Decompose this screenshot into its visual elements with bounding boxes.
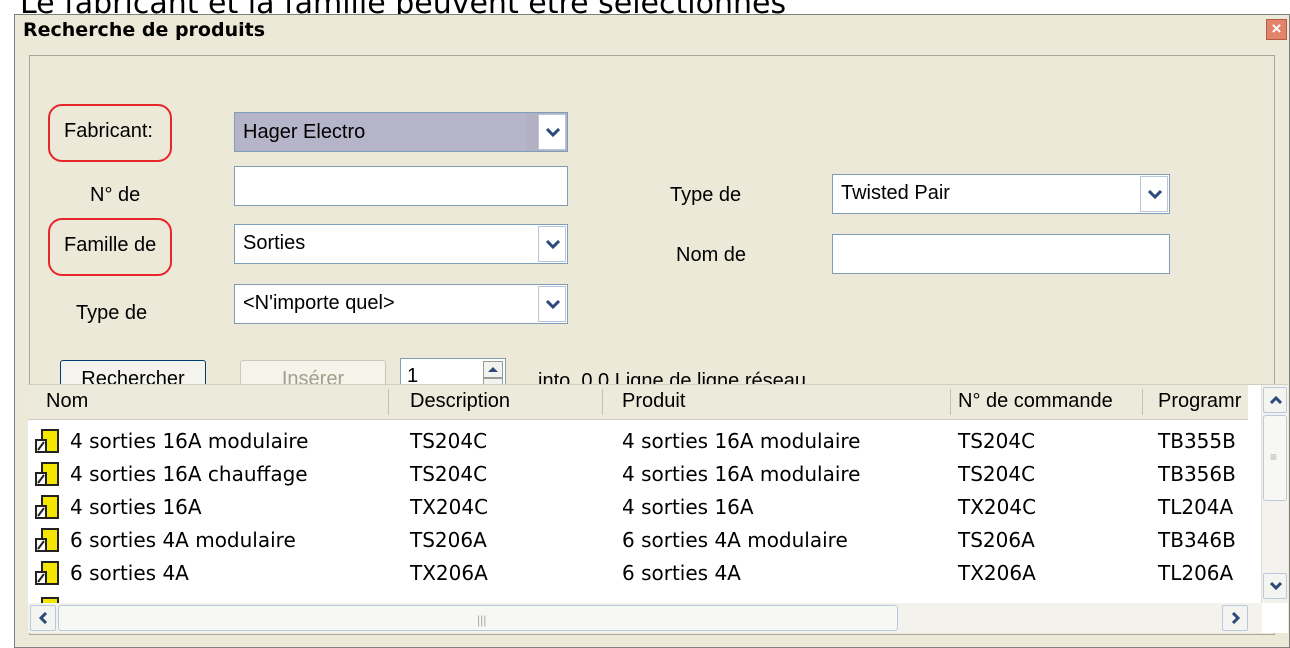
scroll-left-button[interactable]	[30, 605, 56, 631]
medium-type-select[interactable]: Twisted Pair	[832, 174, 1170, 214]
product-device-icon	[34, 429, 60, 455]
cell-order-number: TX206A	[958, 561, 1036, 585]
cell-product: 4 sorties 16A modulaire	[622, 462, 861, 486]
chevron-down-icon[interactable]	[538, 114, 566, 150]
chevron-down-icon[interactable]	[1140, 176, 1168, 212]
manufacturer-select[interactable]: Hager Electro	[234, 112, 568, 152]
table-row[interactable]: 4 sorties 16A modulaire TS204C 4 sorties 1…	[28, 425, 1248, 458]
family-label: Famille de	[64, 234, 157, 256]
cell-program: TB346B	[1158, 528, 1236, 552]
vertical-scrollbar[interactable]: ≡	[1261, 385, 1288, 603]
column-divider[interactable]	[602, 389, 603, 415]
cell-product: 6 sorties 4A	[622, 561, 741, 585]
column-header-product[interactable]: Produit	[622, 390, 942, 413]
scroll-right-button[interactable]	[1222, 605, 1248, 631]
cell-description: TS204C	[410, 429, 488, 453]
close-button[interactable]: ×	[1266, 19, 1287, 40]
product-device-icon	[34, 495, 60, 521]
cell-program: TL204A	[1158, 495, 1234, 519]
manufacturer-label: Fabricant:	[64, 120, 153, 142]
horizontal-scrollbar[interactable]: |||	[28, 603, 1262, 633]
cell-product: 6 sorties 4A modulaire	[622, 528, 848, 552]
cell-description: TX204C	[410, 495, 489, 519]
product-device-icon	[34, 462, 60, 488]
cell-product: 4 sorties 16A	[622, 495, 754, 519]
title-bar: Recherche de produits ×	[15, 15, 1289, 45]
cell-description: TX206A	[410, 561, 488, 585]
type-label: Type de	[76, 302, 148, 324]
cell-description: TS206A	[410, 528, 487, 552]
cell-name: 4 sorties 16A	[70, 495, 202, 519]
scroll-down-button[interactable]	[1263, 573, 1287, 599]
number-label: N° de	[90, 184, 141, 206]
vertical-scroll-thumb[interactable]: ≡	[1263, 415, 1287, 501]
family-value: Sorties	[243, 232, 306, 254]
name-input[interactable]	[832, 234, 1170, 274]
column-divider[interactable]	[1142, 389, 1143, 415]
horizontal-scroll-thumb[interactable]: |||	[58, 605, 898, 631]
cell-name: 6 sorties 4A modulaire	[70, 528, 296, 552]
results-list: Nom Description Produit N° de commande P…	[28, 384, 1288, 633]
column-header-program[interactable]: Programr	[1158, 390, 1254, 413]
cell-name: 4 sorties 16A modulaire	[70, 429, 309, 453]
window-title: Recherche de produits	[23, 19, 266, 41]
scroll-up-button[interactable]	[1263, 387, 1287, 413]
manufacturer-value: Hager Electro	[235, 113, 527, 151]
cell-name: 6 sorties 4A	[70, 561, 189, 585]
results-header: Nom Description Produit N° de commande P…	[28, 385, 1248, 420]
column-divider[interactable]	[950, 389, 951, 415]
medium-type-label: Type de	[670, 184, 742, 206]
cell-order-number: TS206A	[958, 528, 1035, 552]
stepper-up-icon[interactable]	[483, 361, 503, 378]
column-divider[interactable]	[388, 389, 389, 415]
table-row[interactable]: 6 sorties 4A TX206A 6 sorties 4A TX206A TL20…	[28, 557, 1248, 590]
cell-product: 4 sorties 16A modulaire	[622, 429, 861, 453]
table-row[interactable]: 4 sorties 16A chauffage TS204C 4 sorties 1…	[28, 458, 1248, 491]
chevron-down-icon[interactable]	[538, 286, 566, 322]
chevron-down-icon[interactable]	[538, 226, 566, 262]
cell-program: TB355B	[1158, 429, 1236, 453]
table-row[interactable]: 4 sorties 16A TX204C 4 sorties 16A TX204C TL…	[28, 491, 1248, 524]
cell-name: 4 sorties 16A chauffage	[70, 462, 308, 486]
cell-order-number: TS204C	[958, 429, 1036, 453]
column-header-order-number[interactable]: N° de commande	[958, 390, 1138, 413]
name-label: Nom de	[676, 244, 747, 266]
product-device-icon	[34, 561, 60, 587]
family-select[interactable]: Sorties	[234, 224, 568, 264]
cell-description: TS204C	[410, 462, 488, 486]
cell-program: TB356B	[1158, 462, 1236, 486]
product-device-icon	[34, 528, 60, 554]
close-icon: ×	[1271, 19, 1282, 38]
number-input[interactable]	[234, 166, 568, 206]
medium-type-value: Twisted Pair	[841, 182, 950, 204]
column-header-description[interactable]: Description	[410, 390, 600, 413]
cell-order-number: TS204C	[958, 462, 1036, 486]
column-header-name[interactable]: Nom	[46, 390, 376, 413]
type-select[interactable]: <N'importe quel>	[234, 284, 568, 324]
table-row[interactable]: 6 sorties 4A modulaire TS206A 6 sorties 4A…	[28, 524, 1248, 557]
type-value: <N'importe quel>	[243, 292, 395, 314]
cell-program: TL206A	[1158, 561, 1234, 585]
cell-order-number: TX204C	[958, 495, 1037, 519]
